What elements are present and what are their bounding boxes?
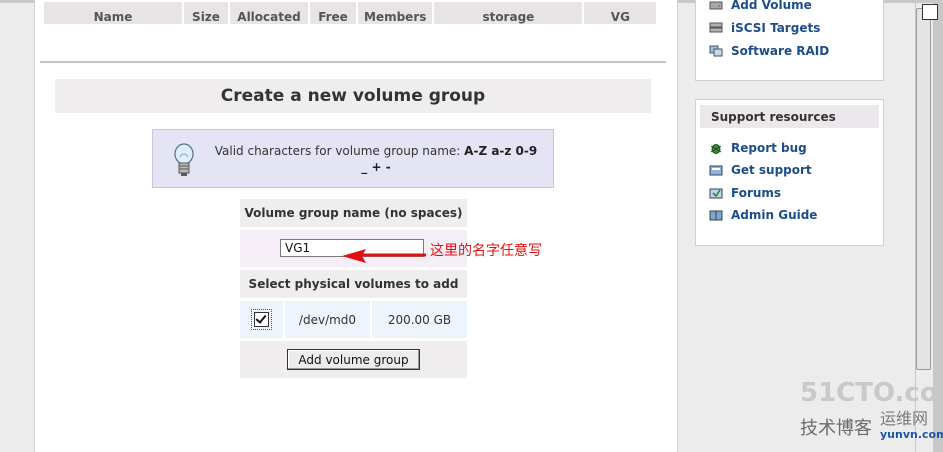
pv-select-label: Select physical volumes to add xyxy=(240,270,467,298)
watermark-site-cn: 运维网 xyxy=(880,409,929,428)
lightbulb-icon xyxy=(174,143,194,176)
disk-icon xyxy=(709,1,723,10)
sidebar-item-get-support[interactable]: Get support xyxy=(709,161,812,179)
forum-icon xyxy=(709,188,723,199)
col-name-header: Name xyxy=(44,2,182,24)
pv-checkbox[interactable] xyxy=(251,309,272,330)
create-vg-title: Create a new volume group xyxy=(55,79,651,113)
server-icon xyxy=(709,22,723,33)
pv-device: /dev/md0 xyxy=(285,301,370,338)
book-icon xyxy=(709,210,723,221)
sidebar-item-software-raid[interactable]: Software RAID xyxy=(709,42,829,60)
annotation-text: 这里的名字任意写 xyxy=(430,243,542,259)
sidebar-item-label: Forums xyxy=(731,186,782,200)
col-storage-header: storage xyxy=(434,2,583,24)
sidebar-support-box: Support resources Report bug Get support… xyxy=(695,99,884,246)
watermark-sub: 技术博客 xyxy=(800,418,872,439)
pv-size: 200.00 GB xyxy=(372,301,467,338)
col-members-header: Members xyxy=(358,2,433,24)
sidebar-item-label: Admin Guide xyxy=(731,208,818,222)
support-title: Support resources xyxy=(700,105,879,128)
create-vg-form: Volume group name (no spaces) Select phy… xyxy=(240,199,467,378)
col-free-header: Free xyxy=(310,2,356,24)
scrollbar-thumb[interactable] xyxy=(916,8,931,370)
watermark-site-url: yunvn.com xyxy=(880,428,943,441)
info-prefix: Valid characters for volume group name: xyxy=(214,144,461,158)
sidebar-item-add-volume[interactable]: Add Volume xyxy=(709,0,812,14)
sidebar-item-label: Add Volume xyxy=(731,0,812,12)
add-volume-group-button[interactable]: Add volume group xyxy=(287,349,420,370)
sidebar-item-label: iSCSI Targets xyxy=(731,21,821,35)
section-divider xyxy=(40,61,666,63)
vg-name-label: Volume group name (no spaces) xyxy=(240,199,467,227)
info-text: Valid characters for volume group name: … xyxy=(211,143,541,175)
sidebar-item-report-bug[interactable]: Report bug xyxy=(709,139,807,157)
support-icon xyxy=(709,165,723,176)
sidebar-item-label: Report bug xyxy=(731,141,807,155)
annotation-arrow-icon xyxy=(342,249,426,263)
sidebar-item-iscsi-targets[interactable]: iSCSI Targets xyxy=(709,19,820,37)
sidebar-volumes-box: Add Volume iSCSI Targets Software RAID xyxy=(695,0,884,81)
sidebar-item-label: Software RAID xyxy=(731,44,830,58)
col-allocated-header: Allocated xyxy=(230,2,308,24)
sidebar-item-forums[interactable]: Forums xyxy=(709,184,781,202)
window-corner-box xyxy=(922,4,938,20)
raid-icon xyxy=(709,45,723,57)
info-box: Valid characters for volume group name: … xyxy=(152,129,554,188)
pv-row: /dev/md0 200.00 GB xyxy=(240,301,467,338)
volume-group-table: Name Size Allocated Free Members storage… xyxy=(42,0,658,26)
bug-icon xyxy=(710,144,722,154)
col-size-header: Size xyxy=(184,2,228,24)
sidebar-item-admin-guide[interactable]: Admin Guide xyxy=(709,206,817,224)
pv-checkbox-cell xyxy=(240,301,283,338)
watermark-brand: 51CTO.com xyxy=(800,378,943,408)
table-header-row: Name Size Allocated Free Members storage… xyxy=(44,2,657,24)
submit-row: Add volume group xyxy=(240,341,467,378)
sidebar-item-label: Get support xyxy=(731,163,812,177)
col-vg-header: VG xyxy=(584,2,657,24)
